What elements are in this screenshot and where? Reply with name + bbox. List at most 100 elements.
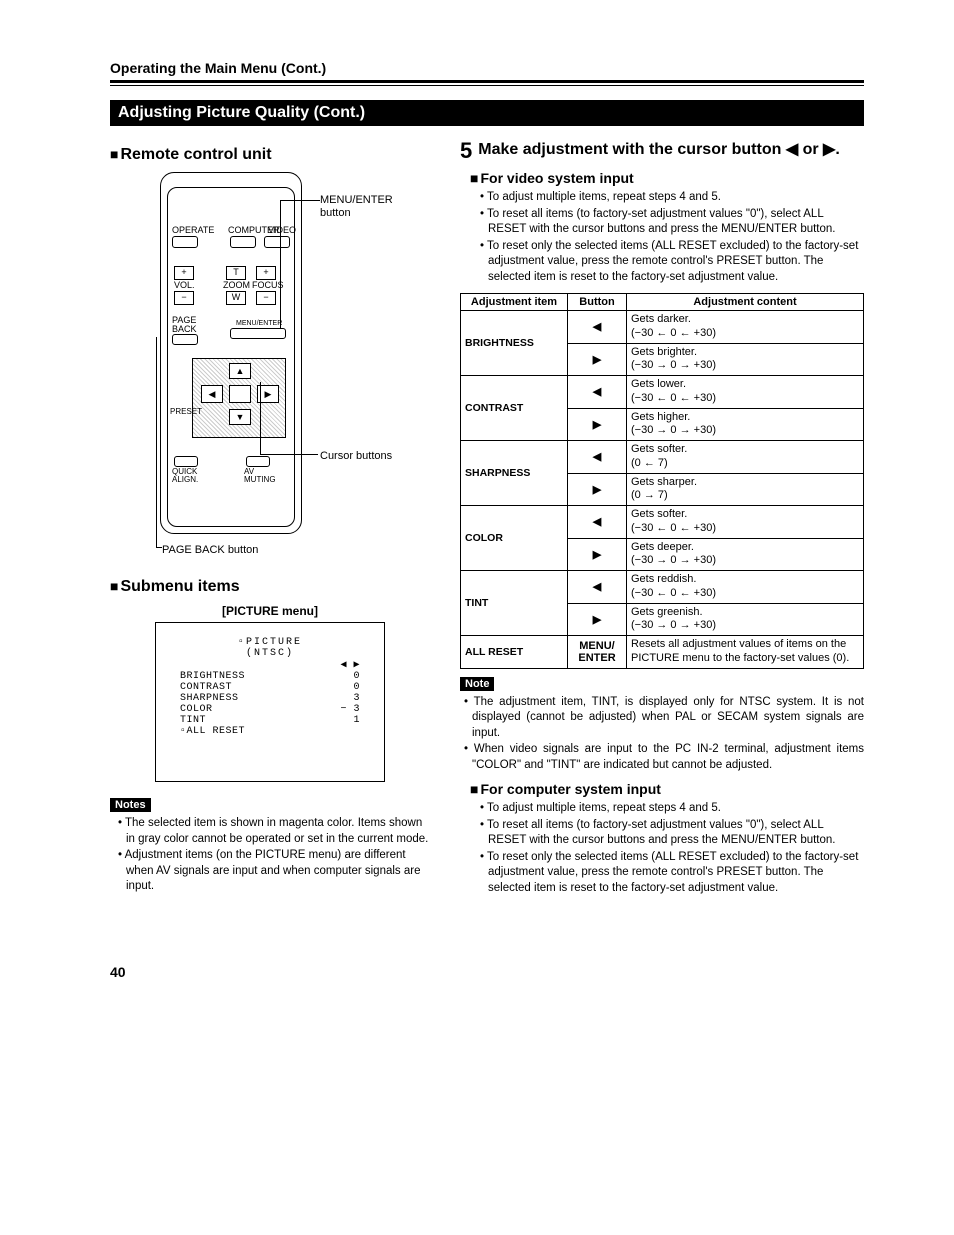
cell-button: ◀	[568, 311, 627, 344]
th-content: Adjustment content	[627, 294, 864, 311]
ps-arrows: ◀ ▶	[174, 659, 366, 671]
cell-content: Gets softer. (0 ← 7)	[627, 441, 864, 474]
page-title: Operating the Main Menu (Cont.)	[110, 60, 864, 76]
for-computer-heading: For computer system input	[470, 781, 864, 797]
callout-line	[250, 328, 280, 329]
cell-button: MENU/ ENTER	[568, 636, 627, 669]
label-focus: FOCUS	[252, 281, 284, 290]
ps-row: BRIGHTNESS0	[174, 671, 366, 682]
bullet-item: To adjust multiple items, repeat steps 4…	[480, 190, 864, 206]
callout-page-back: PAGE BACK button	[162, 544, 258, 557]
th-item: Adjustment item	[461, 294, 568, 311]
cell-content: Gets reddish. (−30 ← 0 ← +30)	[627, 571, 864, 604]
label-zoom: ZOOM	[223, 281, 250, 290]
table-row: ALL RESETMENU/ ENTERResets all adjustmen…	[461, 636, 864, 669]
table-header-row: Adjustment item Button Adjustment conten…	[461, 294, 864, 311]
cell-content: Gets softer. (−30 ← 0 ← +30)	[627, 506, 864, 539]
callout-line	[156, 337, 157, 547]
zoom-t[interactable]: T	[226, 266, 246, 280]
cell-button: ▶	[568, 538, 627, 571]
step-text: Make adjustment with the cursor button ◀…	[478, 140, 864, 160]
zoom-w[interactable]: W	[226, 291, 246, 305]
bullet-item: To reset only the selected items (ALL RE…	[480, 239, 864, 286]
ps-row: CONTRAST0	[174, 682, 366, 693]
label-preset: PRESET	[170, 408, 202, 416]
note-item: The selected item is shown in magenta co…	[118, 816, 430, 847]
note-item: Adjustment items (on the PICTURE menu) a…	[118, 848, 430, 895]
bullet-item: To reset all items (to factory-set adjus…	[480, 818, 864, 849]
for-video-heading: For video system input	[470, 170, 864, 186]
ps-subtitle: (NTSC)	[174, 648, 366, 659]
picture-menu-label: [PICTURE menu]	[110, 604, 430, 618]
cell-button: ▶	[568, 603, 627, 636]
cell-item: TINT	[461, 571, 568, 636]
callout-line	[156, 547, 162, 548]
table-row: CONTRAST◀Gets lower. (−30 ← 0 ← +30)	[461, 376, 864, 409]
remote-heading: Remote control unit	[110, 146, 430, 164]
ps-all-reset: ▫ALL RESET	[174, 726, 366, 737]
video-button[interactable]	[264, 236, 290, 248]
columns: Remote control unit OPERATE COMPUTER VID…	[110, 140, 864, 904]
cell-content: Gets brighter. (−30 → 0 → +30)	[627, 343, 864, 376]
table-row: SHARPNESS◀Gets softer. (0 ← 7)	[461, 441, 864, 474]
cell-item: COLOR	[461, 506, 568, 571]
ps-row: SHARPNESS3	[174, 693, 366, 704]
cursor-center[interactable]	[229, 385, 251, 403]
cell-button: ◀	[568, 441, 627, 474]
ps-row: TINT1	[174, 715, 366, 726]
cell-item: CONTRAST	[461, 376, 568, 441]
page-number: 40	[110, 964, 864, 980]
label-page-back: PAGE BACK	[172, 316, 198, 334]
cell-content: Gets higher. (−30 → 0 → +30)	[627, 408, 864, 441]
callout-line	[260, 454, 318, 455]
th-button: Button	[568, 294, 627, 311]
video-bullets: To adjust multiple items, repeat steps 4…	[480, 190, 864, 285]
computer-bullets: To adjust multiple items, repeat steps 4…	[480, 801, 864, 896]
callout-cursor: Cursor buttons	[320, 450, 392, 463]
submenu-heading: Submenu items	[110, 578, 430, 596]
cell-button: ▶	[568, 473, 627, 506]
ps-title: ▫PICTURE	[174, 637, 366, 648]
cell-button: ▶	[568, 343, 627, 376]
operate-button[interactable]	[172, 236, 198, 248]
section-bar: Adjusting Picture Quality (Cont.)	[110, 100, 864, 126]
callout-line	[260, 382, 261, 454]
cursor-pad: ▲ ◀ ▶ ▼	[192, 358, 286, 438]
focus-minus[interactable]: −	[256, 291, 276, 305]
note-list: The adjustment item, TINT, is displayed …	[464, 695, 864, 774]
callout-menu-enter: MENU/ENTER button	[320, 194, 400, 220]
right-column: 5 Make adjustment with the cursor button…	[460, 140, 864, 904]
cell-content: Gets darker. (−30 ← 0 ← +30)	[627, 311, 864, 344]
vol-minus[interactable]: −	[174, 291, 194, 305]
cell-button: ◀	[568, 376, 627, 409]
cursor-up[interactable]: ▲	[229, 363, 251, 379]
remote-figure: OPERATE COMPUTER VIDEO + VOL. − T ZOOM W…	[110, 172, 430, 572]
table-row: BRIGHTNESS◀Gets darker. (−30 ← 0 ← +30)	[461, 311, 864, 344]
step-heading: 5 Make adjustment with the cursor button…	[460, 140, 864, 162]
cell-button: ◀	[568, 506, 627, 539]
focus-plus[interactable]: +	[256, 266, 276, 280]
cursor-down[interactable]: ▼	[229, 409, 251, 425]
callout-line	[280, 200, 320, 201]
label-operate: OPERATE	[172, 226, 214, 235]
label-video: VIDEO	[268, 226, 296, 235]
quick-align-button[interactable]	[174, 456, 198, 467]
callout-line	[280, 200, 281, 328]
cell-content: Gets greenish. (−30 → 0 → +30)	[627, 603, 864, 636]
title-rule	[110, 80, 864, 86]
label-menu-enter: MENU/ENTER	[236, 320, 282, 327]
page-back-button[interactable]	[172, 334, 198, 345]
av-muting-button[interactable]	[246, 456, 270, 467]
computer-button[interactable]	[230, 236, 256, 248]
notes-badge: Notes	[110, 798, 151, 812]
vol-plus[interactable]: +	[174, 266, 194, 280]
bullet-item: To reset all items (to factory-set adjus…	[480, 207, 864, 238]
cell-content: Gets deeper. (−30 → 0 → +30)	[627, 538, 864, 571]
cell-item: BRIGHTNESS	[461, 311, 568, 376]
cell-content: Resets all adjustment values of items on…	[627, 636, 864, 669]
section-bar-text: Adjusting Picture Quality (Cont.)	[118, 104, 365, 121]
note-badge: Note	[460, 677, 494, 691]
menu-enter-button[interactable]	[230, 328, 286, 339]
bullet-item: To reset only the selected items (ALL RE…	[480, 850, 864, 897]
cursor-left[interactable]: ◀	[201, 385, 223, 403]
